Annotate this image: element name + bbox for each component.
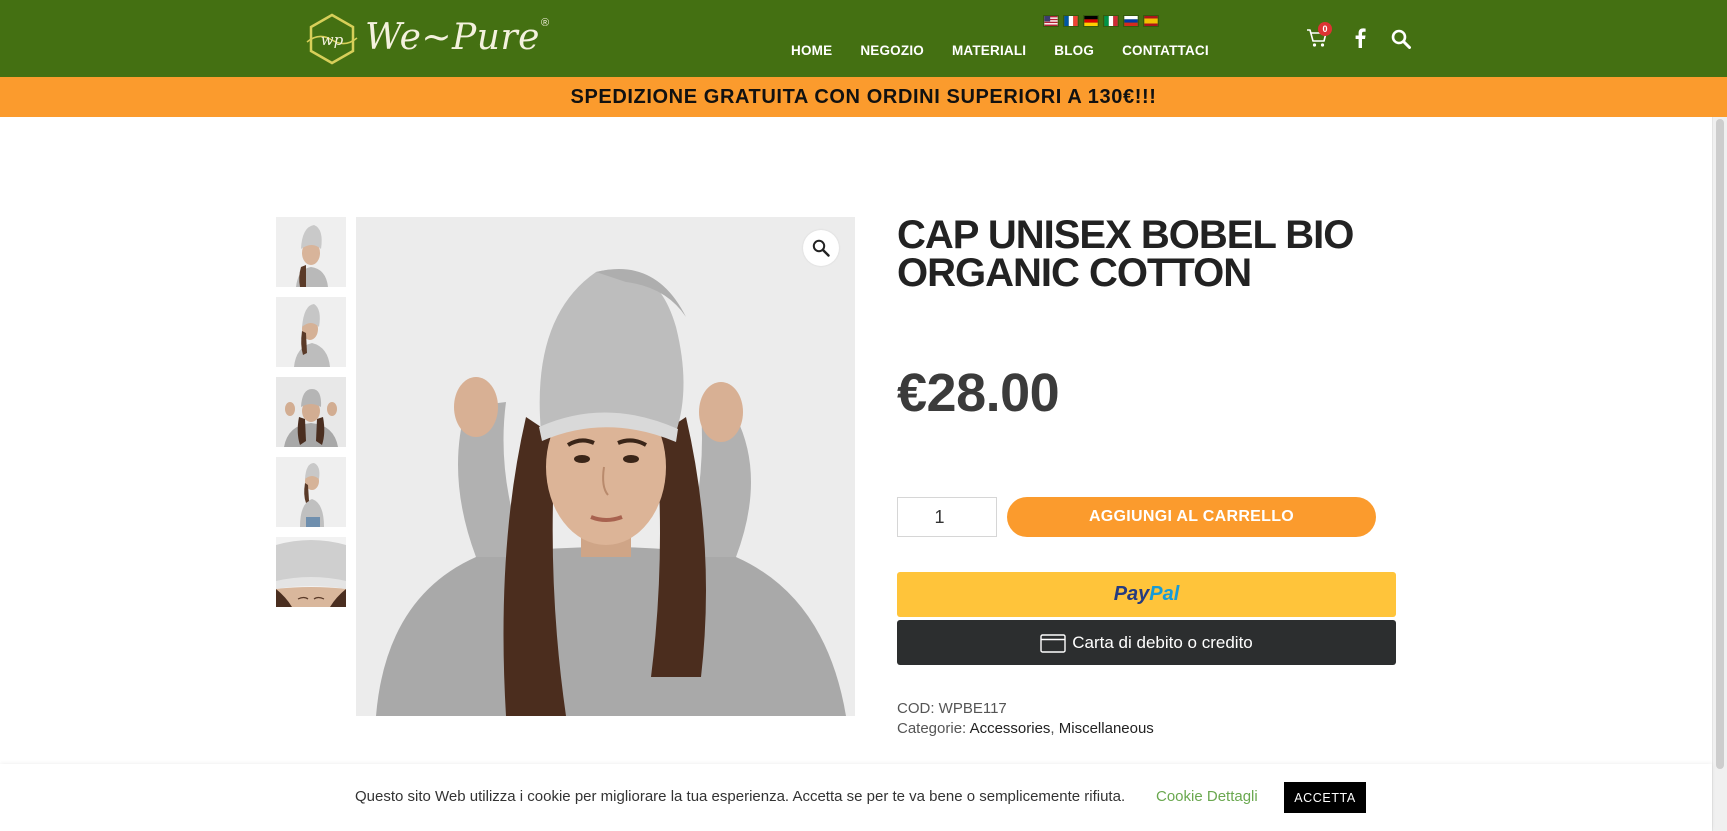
flag-ru-icon[interactable] <box>1123 15 1139 27</box>
thumbnail-5[interactable] <box>276 537 346 607</box>
cookie-consent-bar: Questo sito Web utilizza i cookie per mi… <box>0 764 1712 831</box>
cookie-message: Questo sito Web utilizza i cookie per mi… <box>355 788 1126 805</box>
product-title: CAP UNISEX BOBEL BIO ORGANIC COTTON <box>897 213 1354 295</box>
paypal-logo-pal: Pal <box>1149 583 1180 605</box>
debit-credit-card-button[interactable]: Carta di debito o credito <box>897 620 1396 665</box>
sku-value: WPBE117 <box>938 700 1007 717</box>
thumbnail-image <box>276 217 346 287</box>
sku-label: COD: <box>897 700 935 717</box>
category-link-miscellaneous[interactable]: Miscellaneous <box>1059 720 1154 737</box>
thumbnail-1[interactable] <box>276 217 346 287</box>
product-meta: COD: WPBE117 Categorie: Accessories, Mis… <box>897 699 1154 739</box>
page-scrollbar[interactable] <box>1712 117 1727 831</box>
flag-us-icon[interactable] <box>1043 15 1059 27</box>
thumbnail-image <box>276 457 346 527</box>
categories-line: Categorie: Accessories, Miscellaneous <box>897 719 1154 739</box>
thumbnail-2[interactable] <box>276 297 346 367</box>
product-main-image[interactable] <box>356 217 855 716</box>
brand-name: We~Pure <box>365 16 540 58</box>
flag-fr-icon[interactable] <box>1063 15 1079 27</box>
facebook-icon[interactable] <box>1353 28 1367 48</box>
paypal-button[interactable]: PayPal <box>897 572 1396 617</box>
quantity-input[interactable] <box>897 497 997 537</box>
logo-hexagon-icon: wp <box>306 13 358 65</box>
banner-text: SPEDIZIONE GRATUITA CON ORDINI SUPERIORI… <box>570 85 1157 108</box>
paypal-logo: PayPal <box>1114 583 1180 606</box>
search-icon[interactable] <box>1391 29 1411 49</box>
svg-text:wp: wp <box>321 31 344 49</box>
card-button-label: Carta di debito o credito <box>1072 632 1253 652</box>
magnifier-icon <box>812 239 830 257</box>
credit-card-icon <box>1040 633 1066 653</box>
scrollbar-thumb[interactable] <box>1716 119 1724 769</box>
zoom-button[interactable] <box>803 230 839 266</box>
thumbnail-3[interactable] <box>276 377 346 447</box>
cookie-accept-button[interactable]: ACCETTA <box>1284 782 1366 813</box>
category-separator: , <box>1050 720 1055 737</box>
product-photo <box>356 217 855 716</box>
nav-contattaci[interactable]: CONTATTACI <box>1122 43 1209 58</box>
thumbnail-image <box>276 297 346 367</box>
paypal-logo-pay: Pay <box>1113 583 1150 605</box>
thumbnail-4[interactable] <box>276 457 346 527</box>
thumbnail-image <box>276 537 346 607</box>
main-nav: HOME NEGOZIO MATERIALI BLOG CONTATTACI <box>791 43 1209 58</box>
flag-it-icon[interactable] <box>1103 15 1119 27</box>
cart-count-badge: 0 <box>1318 22 1332 36</box>
language-switcher <box>1043 15 1159 27</box>
registered-mark: ® <box>540 17 550 29</box>
sku-line: COD: WPBE117 <box>897 699 1154 719</box>
nav-negozio[interactable]: NEGOZIO <box>860 43 924 58</box>
cookie-details-link[interactable]: Cookie Dettagli <box>1156 788 1258 805</box>
add-to-cart-button[interactable]: AGGIUNGI AL CARRELLO <box>1007 497 1376 537</box>
nav-materiali[interactable]: MATERIALI <box>952 43 1026 58</box>
category-link-accessories[interactable]: Accessories <box>970 720 1051 737</box>
nav-home[interactable]: HOME <box>791 43 832 58</box>
product-price: €28.00 <box>897 363 1060 423</box>
nav-blog[interactable]: BLOG <box>1054 43 1094 58</box>
site-logo[interactable]: wp We~Pure ® <box>305 11 555 67</box>
flag-de-icon[interactable] <box>1083 15 1099 27</box>
site-header: wp We~Pure ® HOME NEGOZIO MATERIALI BLOG <box>0 0 1727 77</box>
free-shipping-banner: SPEDIZIONE GRATUITA CON ORDINI SUPERIORI… <box>0 77 1727 117</box>
flag-es-icon[interactable] <box>1143 15 1159 27</box>
categories-label: Categorie: <box>897 720 967 737</box>
thumbnail-image <box>276 377 346 447</box>
product-thumbnails <box>276 217 346 617</box>
